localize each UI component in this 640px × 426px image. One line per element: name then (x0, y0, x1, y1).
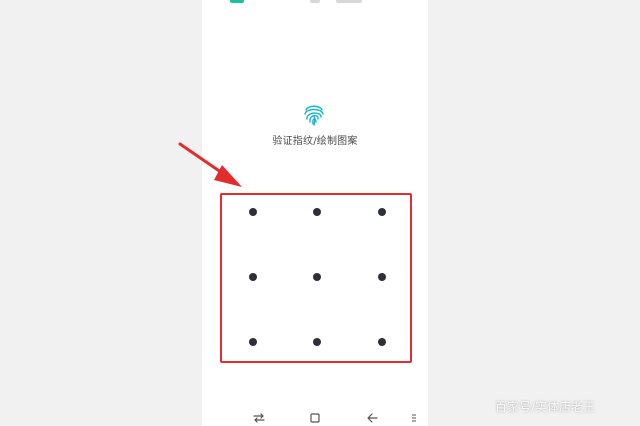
status-icon (336, 0, 362, 3)
bottom-navigation-bar (202, 410, 428, 426)
pattern-dot-4[interactable] (249, 273, 257, 281)
pattern-dot-3[interactable] (378, 208, 386, 216)
pattern-dot-5[interactable] (313, 273, 321, 281)
recents-button[interactable] (251, 410, 267, 426)
square-home-icon (310, 413, 320, 423)
back-button[interactable] (364, 410, 380, 426)
pattern-dot-9[interactable] (378, 338, 386, 346)
watermark: 百家号/实体店老王 (495, 400, 596, 414)
status-icon (310, 0, 320, 3)
back-arrow-icon (366, 413, 378, 423)
pattern-dot-2[interactable] (313, 208, 321, 216)
swap-icon (253, 413, 265, 423)
menu-button[interactable] (408, 410, 420, 426)
red-arrow-annotation (178, 142, 242, 187)
pattern-dot-8[interactable] (313, 338, 321, 346)
pattern-lock-grid[interactable] (220, 193, 412, 363)
phone-screen: 验证指纹/绘制图案 (202, 0, 428, 426)
fingerprint-icon[interactable] (301, 101, 327, 127)
pattern-dot-7[interactable] (249, 338, 257, 346)
home-button[interactable] (307, 410, 323, 426)
status-icon (230, 0, 244, 3)
menu-icon (412, 414, 416, 422)
pattern-dot-6[interactable] (378, 273, 386, 281)
pattern-dot-1[interactable] (249, 208, 257, 216)
